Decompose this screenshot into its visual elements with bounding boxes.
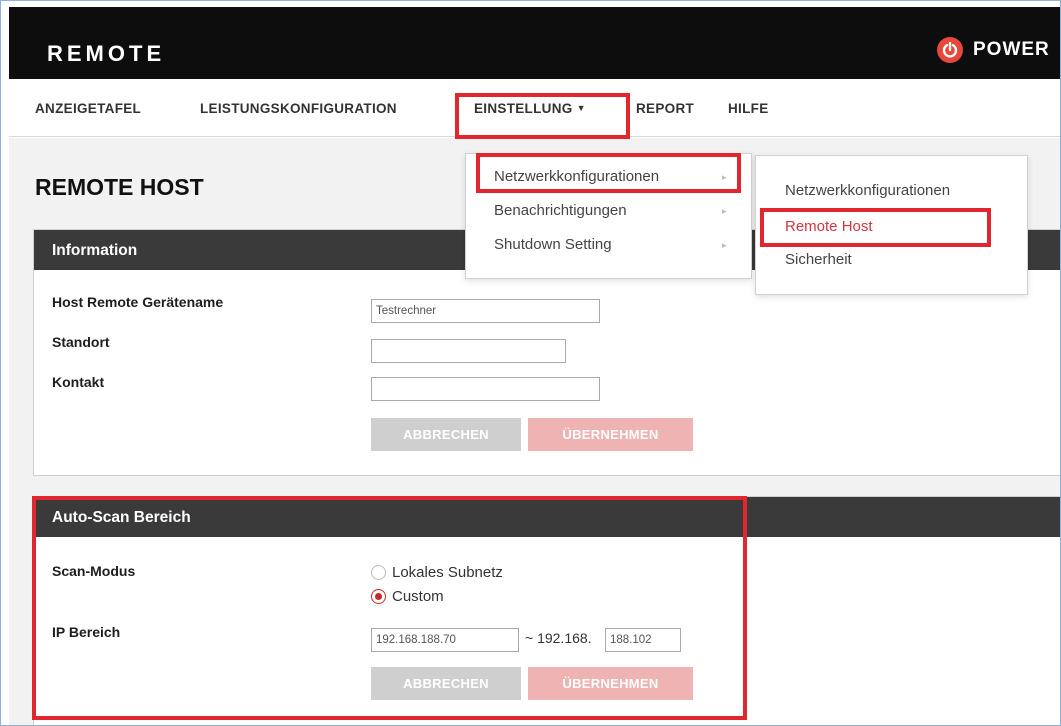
chevron-right-icon: ▸: [722, 206, 727, 216]
top-bar: REMOTE POWER: [9, 7, 1060, 79]
contact-label: Kontakt: [52, 374, 105, 390]
power-logo: POWER: [937, 37, 1050, 63]
auto-scan-panel: Auto-Scan Bereich Scan-Modus Lokales Sub…: [33, 496, 1060, 725]
auto-scan-panel-header: Auto-Scan Bereich: [34, 497, 1060, 537]
chevron-right-icon: ▸: [722, 172, 727, 182]
contact-input[interactable]: [371, 377, 600, 401]
network-submenu: Netzwerkkonfigurationen Remote Host Sich…: [755, 155, 1028, 295]
scan-mode-option-local-label: Lokales Subnetz: [392, 564, 503, 581]
dropdown-item-benachrichtigungen[interactable]: Benachrichtigungen: [494, 202, 627, 219]
app-window: REMOTE POWER ANZEIGETAFEL LEISTUNGSKONFI…: [0, 0, 1061, 726]
ip-range-label: IP Bereich: [52, 624, 121, 640]
logo-text: POWER: [973, 39, 1050, 60]
device-name-input[interactable]: [371, 299, 600, 323]
location-label: Standort: [52, 334, 110, 350]
scan-mode-option-custom-label: Custom: [392, 588, 444, 605]
scan-mode-option-local[interactable]: Lokales Subnetz: [371, 564, 503, 581]
page-title: REMOTE HOST: [35, 174, 204, 200]
ip-range-separator: ~ 192.168.: [525, 630, 592, 646]
radio-button[interactable]: [371, 565, 386, 580]
chevron-down-icon: ▼: [576, 103, 586, 113]
scan-cancel-button[interactable]: ABBRECHEN: [371, 667, 521, 700]
info-apply-button[interactable]: ÜBERNEHMEN: [528, 418, 693, 451]
chevron-right-icon: ▸: [722, 240, 727, 250]
brand-title: REMOTE: [47, 41, 166, 66]
scan-mode-label: Scan-Modus: [52, 563, 136, 579]
submenu-item-remote-host[interactable]: Remote Host: [785, 218, 873, 235]
submenu-item-sicherheit[interactable]: Sicherheit: [785, 251, 852, 268]
main-nav: ANZEIGETAFEL LEISTUNGSKONFIGURATION EINS…: [9, 79, 1060, 137]
device-name-label: Host Remote Gerätename: [52, 294, 224, 310]
location-input[interactable]: [371, 339, 566, 363]
ip-start-input[interactable]: [371, 628, 519, 652]
nav-item-report[interactable]: REPORT: [636, 101, 694, 116]
radio-button-selected[interactable]: [371, 589, 386, 604]
submenu-item-netzwerk[interactable]: Netzwerkkonfigurationen: [785, 182, 950, 199]
dropdown-item-shutdown[interactable]: Shutdown Setting: [494, 236, 612, 253]
nav-item-anzeigetafel[interactable]: ANZEIGETAFEL: [35, 101, 141, 116]
power-icon: [937, 37, 963, 63]
scan-mode-option-custom[interactable]: Custom: [371, 588, 444, 605]
nav-item-leistungskonfiguration[interactable]: LEISTUNGSKONFIGURATION: [200, 101, 397, 116]
nav-item-einstellung[interactable]: EINSTELLUNG ▼: [474, 101, 586, 116]
scan-apply-button[interactable]: ÜBERNEHMEN: [528, 667, 693, 700]
dropdown-item-netzwerk[interactable]: Netzwerkkonfigurationen: [494, 168, 659, 185]
nav-item-einstellung-label: EINSTELLUNG: [474, 101, 573, 116]
settings-dropdown-menu: Netzwerkkonfigurationen ▸ Benachrichtigu…: [465, 153, 752, 279]
nav-item-hilfe[interactable]: HILFE: [728, 101, 769, 116]
ip-end-input[interactable]: [605, 628, 681, 652]
info-cancel-button[interactable]: ABBRECHEN: [371, 418, 521, 451]
